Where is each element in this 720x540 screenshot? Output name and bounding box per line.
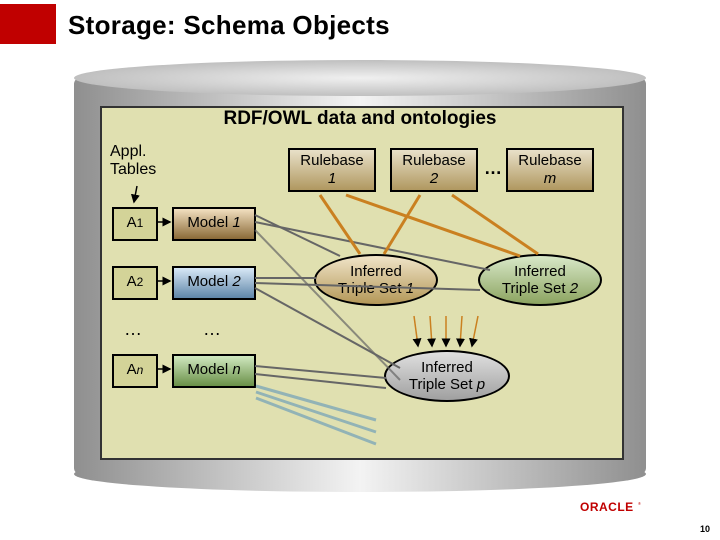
rulebase-m: Rulebasem <box>506 148 594 192</box>
oracle-logo: ORACLE ® <box>580 498 700 518</box>
diagram-title: RDF/OWL data and ontologies <box>100 108 620 130</box>
appl-ellipsis: … <box>113 319 153 340</box>
rulebase-2: Rulebase2 <box>390 148 478 192</box>
cylinder-bottom-cap <box>74 456 646 492</box>
inferred-triple-set-2: InferredTriple Set 2 <box>478 254 602 306</box>
svg-text:®: ® <box>638 501 641 506</box>
red-corner-block <box>0 4 56 44</box>
inferred-triple-set-1: InferredTriple Set 1 <box>314 254 438 306</box>
appl-box-a1: A1 <box>112 207 158 241</box>
slide-title: Storage: Schema Objects <box>68 10 390 41</box>
appl-box-a2: A2 <box>112 266 158 300</box>
model-box-n: Model n <box>172 354 256 388</box>
cylinder-top-cap <box>74 60 646 96</box>
model-box-1: Model 1 <box>172 207 256 241</box>
appl-tables-label: Appl. Tables <box>110 143 156 180</box>
rulebase-ellipsis: … <box>484 158 502 179</box>
appl-box-an: An <box>112 354 158 388</box>
svg-text:ORACLE: ORACLE <box>580 500 634 514</box>
model-ellipsis: … <box>192 319 232 340</box>
inferred-triple-set-p: InferredTriple Set p <box>384 350 510 402</box>
model-box-2: Model 2 <box>172 266 256 300</box>
page-number: 10 <box>700 524 710 534</box>
rulebase-1: Rulebase1 <box>288 148 376 192</box>
